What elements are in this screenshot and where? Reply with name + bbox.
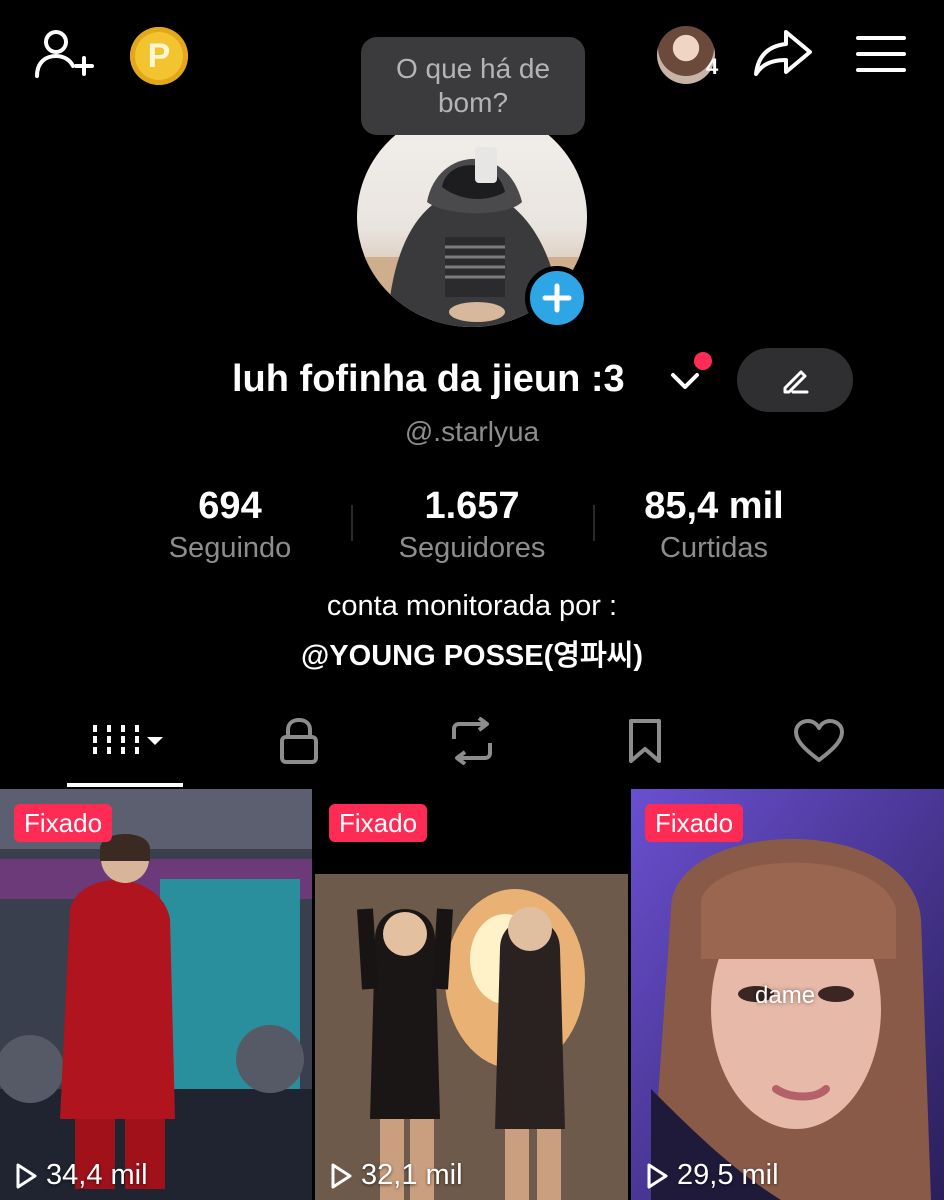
- play-icon: [16, 1163, 37, 1188]
- chevron-down-icon[interactable]: [670, 370, 700, 392]
- friend-count: 4: [706, 54, 719, 79]
- stat-label: Seguindo: [168, 532, 292, 564]
- pinned-badge: Fixado: [329, 804, 428, 842]
- stat-likes[interactable]: 85,4 mil Curtidas: [594, 484, 834, 568]
- profile-page: P 4 O que há de bom? luh fofinha da jieu…: [0, 0, 944, 1200]
- heart-icon: [794, 719, 844, 762]
- add-friend-icon[interactable]: [34, 28, 94, 80]
- tooltip-bubble[interactable]: O que há de bom?: [361, 37, 585, 135]
- lock-icon: [280, 717, 318, 764]
- menu-icon[interactable]: [856, 34, 906, 74]
- tab-videos[interactable]: [67, 714, 183, 768]
- profile-handle: @.starlyua: [404, 416, 540, 447]
- stat-label: Curtidas: [660, 532, 768, 564]
- view-count: 34,4 mil: [14, 1159, 148, 1192]
- play-icon: [647, 1163, 668, 1188]
- add-story-button[interactable]: [525, 266, 589, 330]
- stat-value: 85,4 mil: [644, 485, 784, 527]
- video-caption: dame: [755, 982, 816, 1009]
- video-tile[interactable]: Fixado 32,1 mil: [315, 789, 628, 1200]
- pencil-icon: [783, 370, 809, 394]
- view-count-text: 29,5 mil: [677, 1159, 779, 1191]
- plus-icon: [542, 283, 572, 313]
- bio-line-1: conta monitorada por :: [326, 590, 618, 622]
- bookmark-icon: [629, 719, 661, 763]
- active-tab-indicator: [67, 783, 183, 787]
- tooltip-text: O que há de bom?: [395, 53, 551, 118]
- notification-dot: [694, 352, 712, 370]
- repost-icon: [452, 717, 492, 765]
- pinned-badge: Fixado: [14, 804, 113, 842]
- coin-icon[interactable]: P: [130, 27, 188, 85]
- pinned-badge: Fixado: [645, 804, 744, 842]
- view-count-text: 32,1 mil: [361, 1159, 463, 1191]
- video-thumbnail: [315, 789, 628, 1200]
- profile-name[interactable]: luh fofinha da jieun :3: [232, 358, 625, 401]
- stat-value: 1.657: [424, 485, 520, 527]
- stat-value: 694: [198, 485, 262, 527]
- tab-reposts[interactable]: [442, 714, 502, 768]
- edit-profile-button[interactable]: [737, 348, 853, 412]
- grid-icon: [93, 725, 163, 757]
- tab-private[interactable]: [270, 714, 328, 768]
- stat-followers[interactable]: 1.657 Seguidores: [352, 484, 592, 568]
- play-icon: [331, 1163, 352, 1188]
- stat-label: Seguidores: [398, 532, 546, 564]
- view-count-text: 34,4 mil: [46, 1159, 148, 1191]
- tab-liked[interactable]: [790, 714, 848, 768]
- view-count: 32,1 mil: [329, 1159, 463, 1192]
- video-tile[interactable]: Fixado 34,4 mil: [0, 789, 312, 1200]
- stat-following[interactable]: 694 Seguindo: [110, 484, 350, 568]
- coin-letter: P: [147, 36, 171, 75]
- view-count: 29,5 mil: [645, 1159, 779, 1192]
- tab-favorites[interactable]: [620, 714, 670, 768]
- share-icon[interactable]: [752, 28, 814, 80]
- video-thumbnail: [0, 789, 312, 1200]
- bio-line-2[interactable]: @YOUNG POSSE(영파씨): [0, 632, 944, 674]
